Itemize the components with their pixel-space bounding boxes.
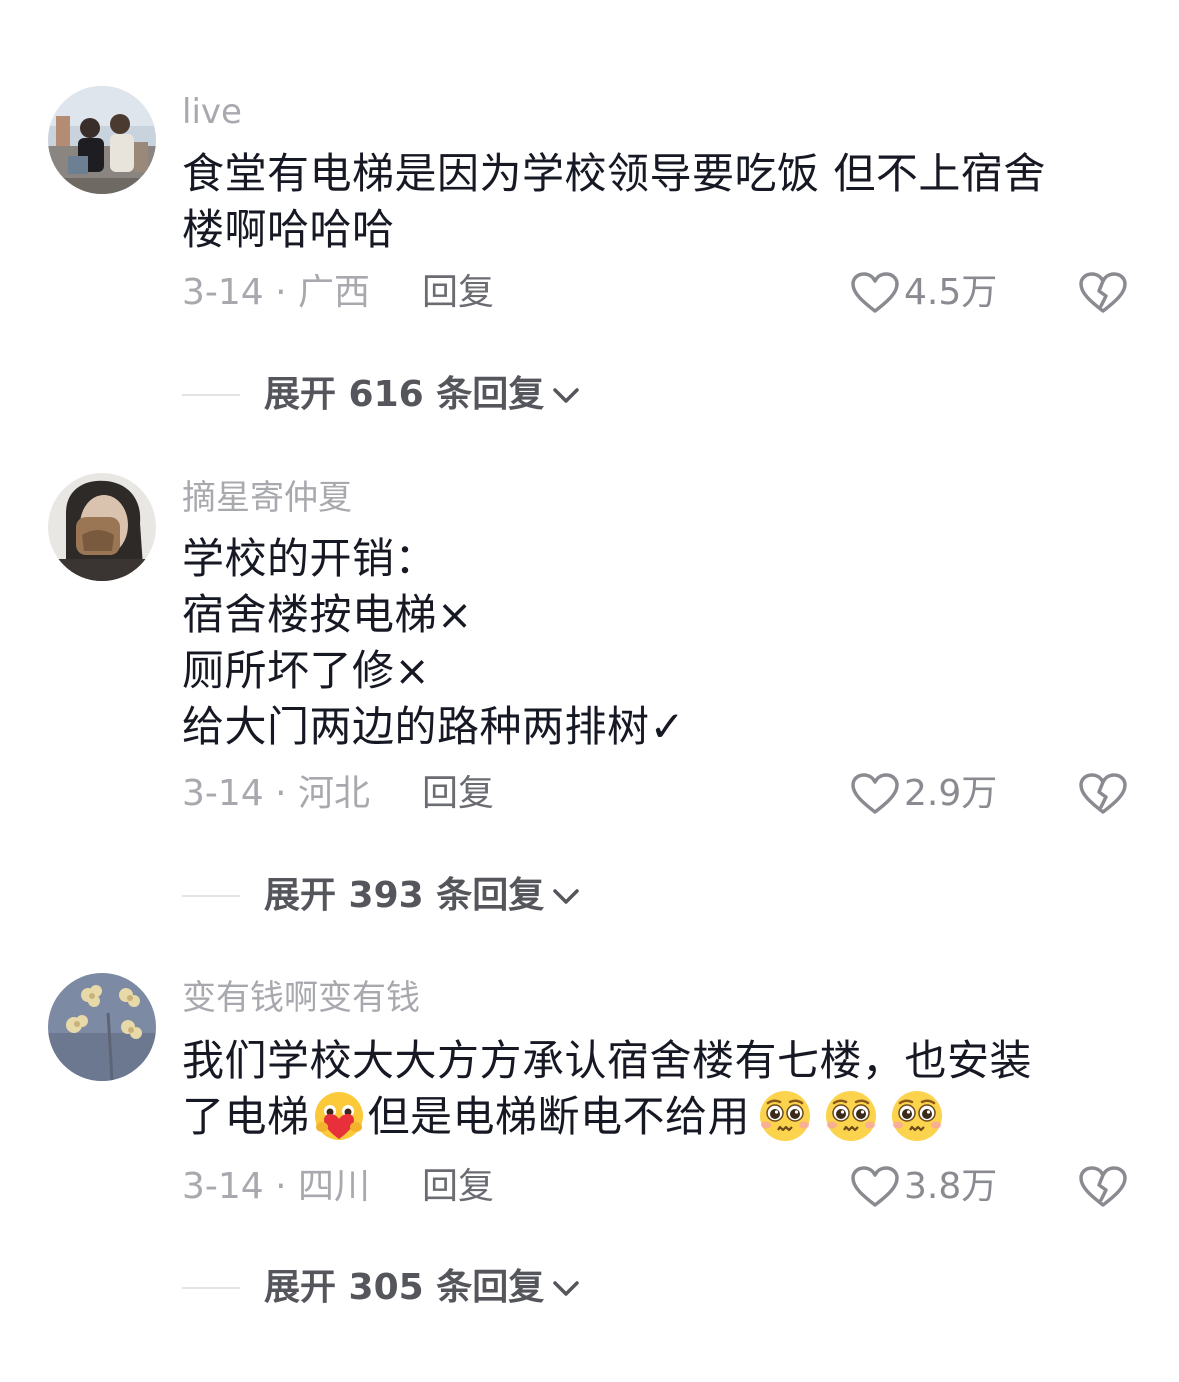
date-location: 3-14 · 四川 bbox=[182, 1166, 371, 1207]
like-count: 2.9万 bbox=[904, 773, 998, 814]
chevron-down-icon bbox=[553, 1281, 579, 1296]
pleading-face-emoji bbox=[756, 1089, 814, 1145]
expand-replies-button[interactable]: 展开 393 条回复 bbox=[182, 873, 582, 919]
comment-text: 食堂有电梯是因为学校领导要吃饭 但不上宿舍 楼啊哈哈哈 bbox=[182, 146, 1122, 258]
username[interactable]: 摘星寄仲夏 bbox=[182, 478, 352, 518]
user-avatar[interactable] bbox=[48, 973, 156, 1081]
like-count: 4.5万 bbox=[904, 272, 998, 313]
user-avatar[interactable] bbox=[48, 473, 156, 581]
like-button[interactable]: 3.8万 bbox=[850, 1164, 997, 1210]
expand-replies-label: 展开 393 条回复 bbox=[264, 875, 545, 916]
date-location: 3-14 · 河北 bbox=[182, 773, 371, 814]
comment-text: 学校的开销： 宿舍楼按电梯× 厕所坏了修× 给大门两边的路种两排树✓ bbox=[182, 531, 1122, 755]
heart-outline-icon bbox=[851, 1166, 899, 1207]
chevron-down-icon bbox=[553, 388, 579, 403]
heart-outline-icon bbox=[851, 272, 899, 313]
expand-replies-label: 展开 305 条回复 bbox=[264, 1267, 545, 1308]
comment-text-segment: 但是电梯断电不给用 bbox=[367, 1092, 751, 1141]
user-avatar[interactable] bbox=[48, 86, 156, 194]
comment-text-line: 我们学校大大方方承认宿舍楼有七楼，也安装 bbox=[182, 1036, 1033, 1085]
date-location: 3-14 · 广西 bbox=[182, 272, 371, 313]
comment-text-line: 宿舍楼按电梯× bbox=[182, 590, 473, 639]
comment-text-line: 学校的开销： bbox=[182, 534, 438, 583]
divider-line bbox=[182, 1287, 240, 1289]
like-button[interactable]: 2.9万 bbox=[850, 771, 997, 817]
comment-text-line: 厕所坏了修× bbox=[182, 646, 431, 695]
comment-meta: 3-14 · 四川 回复 3.8万 bbox=[182, 1164, 1142, 1210]
expand-replies-button[interactable]: 展开 305 条回复 bbox=[182, 1265, 582, 1311]
expand-replies-button[interactable]: 展开 616 条回复 bbox=[182, 372, 582, 418]
comment-text-line: 食堂有电梯是因为学校领导要吃饭 但不上宿舍 bbox=[182, 149, 1046, 198]
avatar-photo bbox=[48, 973, 156, 1081]
pleading-face-emoji bbox=[888, 1089, 946, 1145]
divider-line bbox=[182, 394, 240, 396]
broken-heart-icon bbox=[1079, 272, 1127, 313]
comment-text-line: 了电梯 但是电梯断电不给用 bbox=[182, 1089, 1122, 1145]
like-count: 3.8万 bbox=[904, 1166, 998, 1207]
reply-button[interactable]: 回复 bbox=[422, 1164, 494, 1210]
heart-outline-icon bbox=[851, 773, 899, 814]
comment-meta: 3-14 · 广西 回复 4.5万 bbox=[182, 270, 1142, 316]
broken-heart-icon bbox=[1079, 773, 1127, 814]
dislike-button[interactable] bbox=[1078, 771, 1128, 817]
pleading-face-emoji bbox=[822, 1089, 880, 1145]
broken-heart-icon bbox=[1079, 1166, 1127, 1207]
username[interactable]: live bbox=[182, 92, 242, 132]
dislike-button[interactable] bbox=[1078, 1164, 1128, 1210]
avatar-photo bbox=[48, 86, 156, 194]
reply-button[interactable]: 回复 bbox=[422, 771, 494, 817]
divider-line bbox=[182, 895, 240, 897]
like-button[interactable]: 4.5万 bbox=[850, 270, 997, 316]
heart-hug-emoji bbox=[310, 1089, 368, 1145]
chevron-down-icon bbox=[553, 889, 579, 904]
comment-text: 我们学校大大方方承认宿舍楼有七楼，也安装 了电梯 但是电梯断电不给用 bbox=[182, 1033, 1122, 1145]
dislike-button[interactable] bbox=[1078, 270, 1128, 316]
comment-text-line: 楼啊哈哈哈 bbox=[182, 205, 395, 254]
comment-text-line: 给大门两边的路种两排树✓ bbox=[182, 702, 686, 751]
username[interactable]: 变有钱啊变有钱 bbox=[182, 978, 420, 1018]
comment-text-segment: 了电梯 bbox=[182, 1092, 310, 1141]
reply-button[interactable]: 回复 bbox=[422, 270, 494, 316]
expand-replies-label: 展开 616 条回复 bbox=[264, 374, 545, 415]
avatar-photo bbox=[48, 473, 156, 581]
comment-meta: 3-14 · 河北 回复 2.9万 bbox=[182, 771, 1142, 817]
